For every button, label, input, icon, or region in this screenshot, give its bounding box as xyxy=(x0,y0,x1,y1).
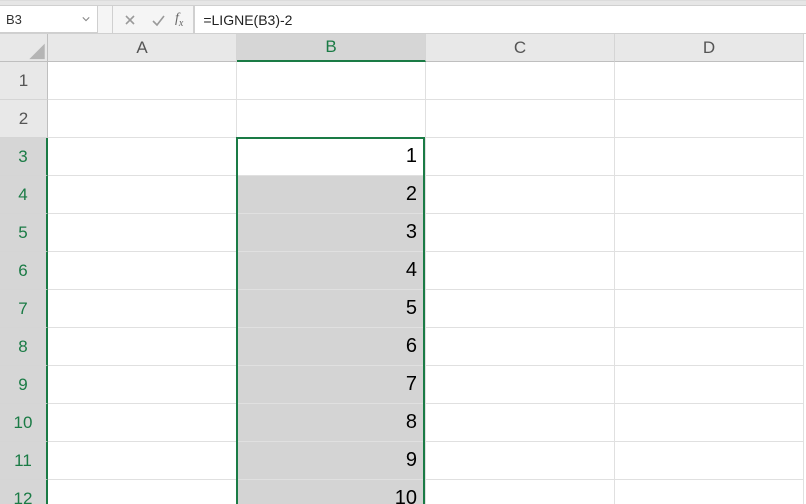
cell-c5[interactable] xyxy=(426,214,615,252)
cell-c7[interactable] xyxy=(426,290,615,328)
enter-icon[interactable] xyxy=(147,9,169,31)
cell-a5[interactable] xyxy=(48,214,237,252)
cell-c1[interactable] xyxy=(426,62,615,100)
formula-input[interactable]: =LIGNE(B3)-2 xyxy=(194,6,806,33)
cell-a11[interactable] xyxy=(48,442,237,480)
cell-c8[interactable] xyxy=(426,328,615,366)
name-box[interactable]: B3 xyxy=(0,6,98,33)
excel-window: B3 fx =LIGNE(B3)-2 ABCD12314253647586971… xyxy=(0,0,806,504)
cell-d4[interactable] xyxy=(615,176,804,214)
cell-d6[interactable] xyxy=(615,252,804,290)
cell-d12[interactable] xyxy=(615,480,804,504)
cell-a4[interactable] xyxy=(48,176,237,214)
cell-c9[interactable] xyxy=(426,366,615,404)
formula-bar-buttons: fx xyxy=(112,6,194,33)
formula-bar: B3 fx =LIGNE(B3)-2 xyxy=(0,6,806,34)
cell-d8[interactable] xyxy=(615,328,804,366)
formula-text: =LIGNE(B3)-2 xyxy=(203,12,292,28)
cell-c4[interactable] xyxy=(426,176,615,214)
cell-d5[interactable] xyxy=(615,214,804,252)
cell-c2[interactable] xyxy=(426,100,615,138)
cell-a9[interactable] xyxy=(48,366,237,404)
row-header-4[interactable]: 4 xyxy=(0,176,48,214)
cell-b4[interactable]: 2 xyxy=(237,176,426,214)
cell-b2[interactable] xyxy=(237,100,426,138)
cell-d3[interactable] xyxy=(615,138,804,176)
cell-a2[interactable] xyxy=(48,100,237,138)
fx-icon[interactable]: fx xyxy=(175,11,187,29)
cell-c6[interactable] xyxy=(426,252,615,290)
cell-b9[interactable]: 7 xyxy=(237,366,426,404)
row-header-3[interactable]: 3 xyxy=(0,138,48,176)
column-header-d[interactable]: D xyxy=(615,34,804,62)
cell-a3[interactable] xyxy=(48,138,237,176)
cell-b12[interactable]: 10 xyxy=(237,480,426,504)
name-box-value: B3 xyxy=(6,12,22,27)
cell-b10[interactable]: 8 xyxy=(237,404,426,442)
cell-b6[interactable]: 4 xyxy=(237,252,426,290)
cell-a7[interactable] xyxy=(48,290,237,328)
column-header-c[interactable]: C xyxy=(426,34,615,62)
row-header-12[interactable]: 12 xyxy=(0,480,48,504)
row-header-2[interactable]: 2 xyxy=(0,100,48,138)
row-header-7[interactable]: 7 xyxy=(0,290,48,328)
cell-d11[interactable] xyxy=(615,442,804,480)
cell-b3[interactable]: 1 xyxy=(237,138,426,176)
cell-b11[interactable]: 9 xyxy=(237,442,426,480)
separator xyxy=(98,6,112,33)
row-header-10[interactable]: 10 xyxy=(0,404,48,442)
cell-a6[interactable] xyxy=(48,252,237,290)
row-header-11[interactable]: 11 xyxy=(0,442,48,480)
cell-d9[interactable] xyxy=(615,366,804,404)
cell-a10[interactable] xyxy=(48,404,237,442)
cell-d7[interactable] xyxy=(615,290,804,328)
column-header-a[interactable]: A xyxy=(48,34,237,62)
name-box-dropdown-icon[interactable] xyxy=(77,10,95,28)
select-all-corner[interactable] xyxy=(0,34,48,62)
cell-a12[interactable] xyxy=(48,480,237,504)
spreadsheet-grid[interactable]: ABCD12314253647586971081191210 xyxy=(0,34,806,504)
cell-d1[interactable] xyxy=(615,62,804,100)
cell-c10[interactable] xyxy=(426,404,615,442)
cell-c12[interactable] xyxy=(426,480,615,504)
cell-b1[interactable] xyxy=(237,62,426,100)
cell-c11[interactable] xyxy=(426,442,615,480)
column-header-b[interactable]: B xyxy=(237,34,426,62)
cancel-icon[interactable] xyxy=(119,9,141,31)
cell-a1[interactable] xyxy=(48,62,237,100)
cell-b7[interactable]: 5 xyxy=(237,290,426,328)
row-header-5[interactable]: 5 xyxy=(0,214,48,252)
cell-b5[interactable]: 3 xyxy=(237,214,426,252)
cell-c3[interactable] xyxy=(426,138,615,176)
cell-a8[interactable] xyxy=(48,328,237,366)
row-header-9[interactable]: 9 xyxy=(0,366,48,404)
row-header-6[interactable]: 6 xyxy=(0,252,48,290)
cell-d2[interactable] xyxy=(615,100,804,138)
cell-b8[interactable]: 6 xyxy=(237,328,426,366)
row-header-1[interactable]: 1 xyxy=(0,62,48,100)
row-header-8[interactable]: 8 xyxy=(0,328,48,366)
cell-d10[interactable] xyxy=(615,404,804,442)
